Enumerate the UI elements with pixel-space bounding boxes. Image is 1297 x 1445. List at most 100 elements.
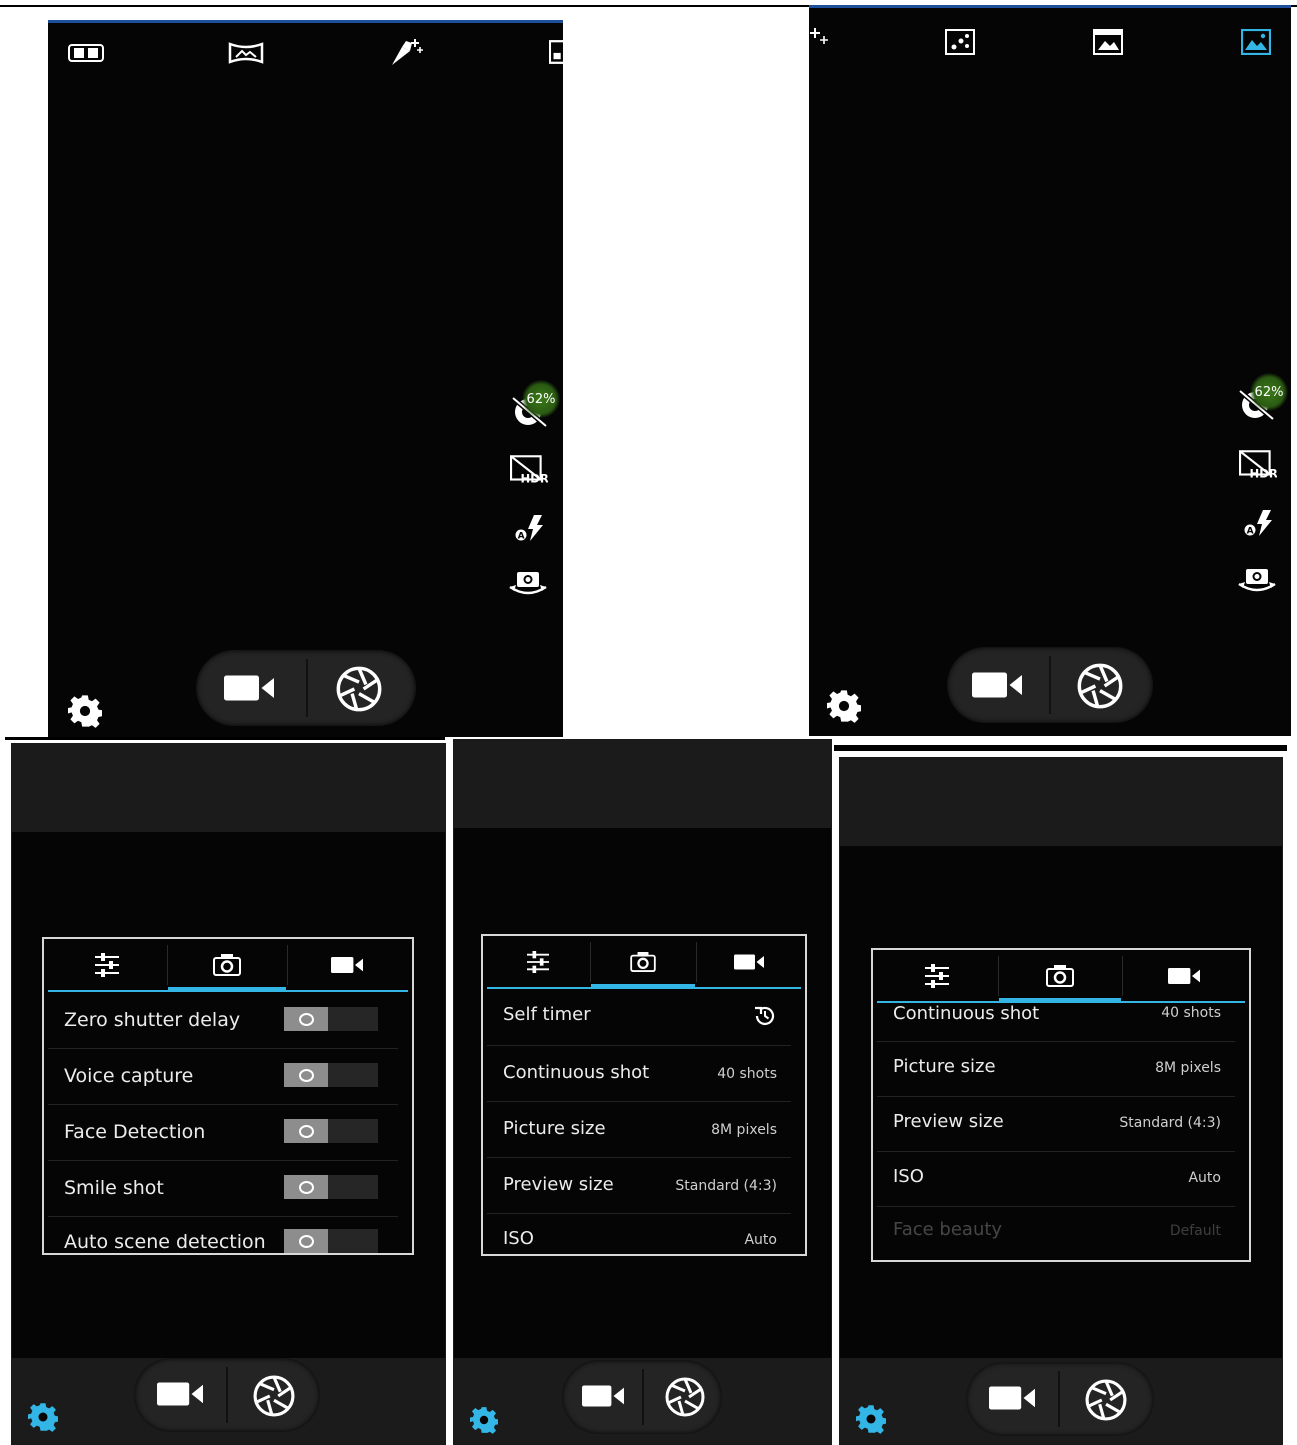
tab-video[interactable] bbox=[697, 936, 801, 988]
scene-landscape-icon[interactable] bbox=[1239, 27, 1273, 57]
panorama-mode-icon[interactable] bbox=[226, 40, 266, 66]
settings-screen-a: Zero shutter delay Voice capture Face De… bbox=[11, 743, 446, 1445]
flash-auto-icon[interactable] bbox=[512, 512, 546, 544]
sliders-icon bbox=[93, 953, 121, 977]
row-label: ISO bbox=[893, 1166, 924, 1187]
row-label: Preview size bbox=[503, 1174, 614, 1195]
row-label: Self timer bbox=[503, 1004, 591, 1025]
frame-mode-icon[interactable] bbox=[548, 38, 563, 66]
video-icon bbox=[1168, 966, 1200, 986]
settings-gear-icon[interactable] bbox=[68, 694, 102, 728]
row-label: Preview size bbox=[893, 1111, 1004, 1132]
capture-controls bbox=[196, 650, 416, 726]
row-value: 8M pixels bbox=[1155, 1060, 1221, 1076]
settings-row-face-detection[interactable]: Face Detection bbox=[48, 1105, 398, 1161]
settings-row-face-beauty: Face beauty Default bbox=[877, 1207, 1235, 1260]
settings-row-auto-scene[interactable]: Auto scene detection bbox=[48, 1217, 398, 1253]
row-value: Auto bbox=[744, 1232, 777, 1248]
timer-icon bbox=[753, 1004, 777, 1028]
row-label: Picture size bbox=[893, 1056, 996, 1077]
auto-scene-toggle[interactable] bbox=[284, 1229, 378, 1253]
voice-capture-toggle[interactable] bbox=[284, 1063, 378, 1087]
shutter-button[interactable] bbox=[334, 664, 384, 714]
settings-row-smile-shot[interactable]: Smile shot bbox=[48, 1161, 398, 1217]
settings-gear-icon[interactable] bbox=[856, 1404, 886, 1434]
tab-photo[interactable] bbox=[168, 939, 286, 991]
row-value: 40 shots bbox=[717, 1066, 777, 1082]
shutter-button[interactable] bbox=[662, 1374, 708, 1420]
settings-row-continuous-shot[interactable]: Continuous shot 40 shots bbox=[877, 1003, 1235, 1042]
settings-popup: Zero shutter delay Voice capture Face De… bbox=[42, 937, 414, 1255]
tab-photo[interactable] bbox=[999, 950, 1121, 1002]
settings-gear-icon[interactable] bbox=[827, 689, 861, 723]
row-label: Face beauty bbox=[893, 1219, 1003, 1240]
hdr-icon[interactable] bbox=[508, 454, 550, 486]
tab-general[interactable] bbox=[487, 936, 589, 988]
settings-row-preview-size[interactable]: Preview size Standard (4:3) bbox=[877, 1097, 1235, 1152]
row-label: Face Detection bbox=[64, 1121, 206, 1143]
shutter-button[interactable] bbox=[1075, 661, 1125, 711]
settings-row-picture-size[interactable]: Picture size 8M pixels bbox=[877, 1042, 1235, 1097]
shutter-button[interactable] bbox=[250, 1372, 298, 1420]
tab-general[interactable] bbox=[48, 939, 166, 991]
header-band bbox=[840, 758, 1282, 846]
magic-effect-icon[interactable] bbox=[386, 36, 426, 68]
switch-camera-icon[interactable] bbox=[506, 568, 550, 600]
row-label: Picture size bbox=[503, 1118, 606, 1139]
toggle-knob bbox=[284, 1229, 328, 1253]
tabs-underline bbox=[48, 990, 408, 992]
tab-general[interactable] bbox=[877, 950, 997, 1002]
camera-icon bbox=[630, 952, 656, 972]
status-bar-accent bbox=[48, 20, 563, 23]
smile-shot-toggle[interactable] bbox=[284, 1175, 378, 1199]
row-label: Zero shutter delay bbox=[64, 1009, 241, 1031]
flash-auto-icon[interactable] bbox=[1241, 507, 1275, 539]
quota-badge: 62% bbox=[1250, 373, 1288, 411]
capture-divider bbox=[306, 659, 308, 717]
video-record-button[interactable] bbox=[578, 1380, 628, 1412]
switch-camera-icon[interactable] bbox=[1235, 565, 1279, 597]
capture-controls bbox=[562, 1360, 722, 1434]
tab-photo[interactable] bbox=[591, 936, 695, 988]
sparkle-effect-icon[interactable] bbox=[809, 25, 829, 47]
status-bar-accent bbox=[809, 5, 1291, 8]
scene-dots-icon[interactable] bbox=[943, 27, 977, 57]
capture-divider bbox=[1058, 1370, 1060, 1428]
stereo-mode-icon[interactable] bbox=[66, 42, 106, 64]
settings-row-self-timer[interactable]: Self timer bbox=[487, 990, 791, 1046]
row-value: Auto bbox=[1188, 1170, 1221, 1186]
scene-film-icon[interactable] bbox=[1091, 27, 1125, 57]
video-record-button[interactable] bbox=[152, 1378, 208, 1410]
zero-shutter-toggle[interactable] bbox=[284, 1007, 378, 1031]
settings-tabs bbox=[48, 939, 408, 991]
settings-tabs bbox=[877, 950, 1245, 1002]
settings-row-picture-size[interactable]: Picture size 8M pixels bbox=[487, 1102, 791, 1158]
camera-screen-2: 62% bbox=[809, 5, 1291, 736]
middle-divider-line bbox=[834, 745, 1287, 751]
settings-screen-b: Self timer Continuous shot 40 shots Pict… bbox=[453, 739, 832, 1445]
settings-row-iso[interactable]: ISO Auto bbox=[487, 1214, 791, 1254]
settings-row-continuous-shot[interactable]: Continuous shot 40 shots bbox=[487, 1046, 791, 1102]
settings-gear-icon[interactable] bbox=[28, 1402, 58, 1432]
tab-video[interactable] bbox=[1123, 950, 1245, 1002]
row-value: 8M pixels bbox=[711, 1122, 777, 1138]
settings-row-voice-capture[interactable]: Voice capture bbox=[48, 1049, 398, 1105]
video-record-button[interactable] bbox=[967, 669, 1027, 701]
shutter-button[interactable] bbox=[1082, 1376, 1130, 1424]
video-record-button[interactable] bbox=[984, 1382, 1040, 1414]
camera-icon bbox=[213, 954, 241, 976]
face-detection-toggle[interactable] bbox=[284, 1119, 378, 1143]
capture-divider bbox=[642, 1368, 644, 1426]
settings-row-iso[interactable]: ISO Auto bbox=[877, 1152, 1235, 1207]
row-value: Standard (4:3) bbox=[1119, 1115, 1221, 1131]
header-band bbox=[12, 744, 445, 832]
row-value: 40 shots bbox=[1161, 1005, 1221, 1021]
tabs-underline bbox=[487, 987, 801, 989]
settings-row-zero-shutter[interactable]: Zero shutter delay bbox=[48, 993, 398, 1049]
settings-row-preview-size[interactable]: Preview size Standard (4:3) bbox=[487, 1158, 791, 1214]
video-record-button[interactable] bbox=[218, 672, 280, 704]
quota-badge: 62% bbox=[522, 380, 560, 418]
hdr-icon[interactable] bbox=[1237, 449, 1279, 481]
settings-gear-icon[interactable] bbox=[470, 1406, 498, 1434]
tab-video[interactable] bbox=[288, 939, 406, 991]
